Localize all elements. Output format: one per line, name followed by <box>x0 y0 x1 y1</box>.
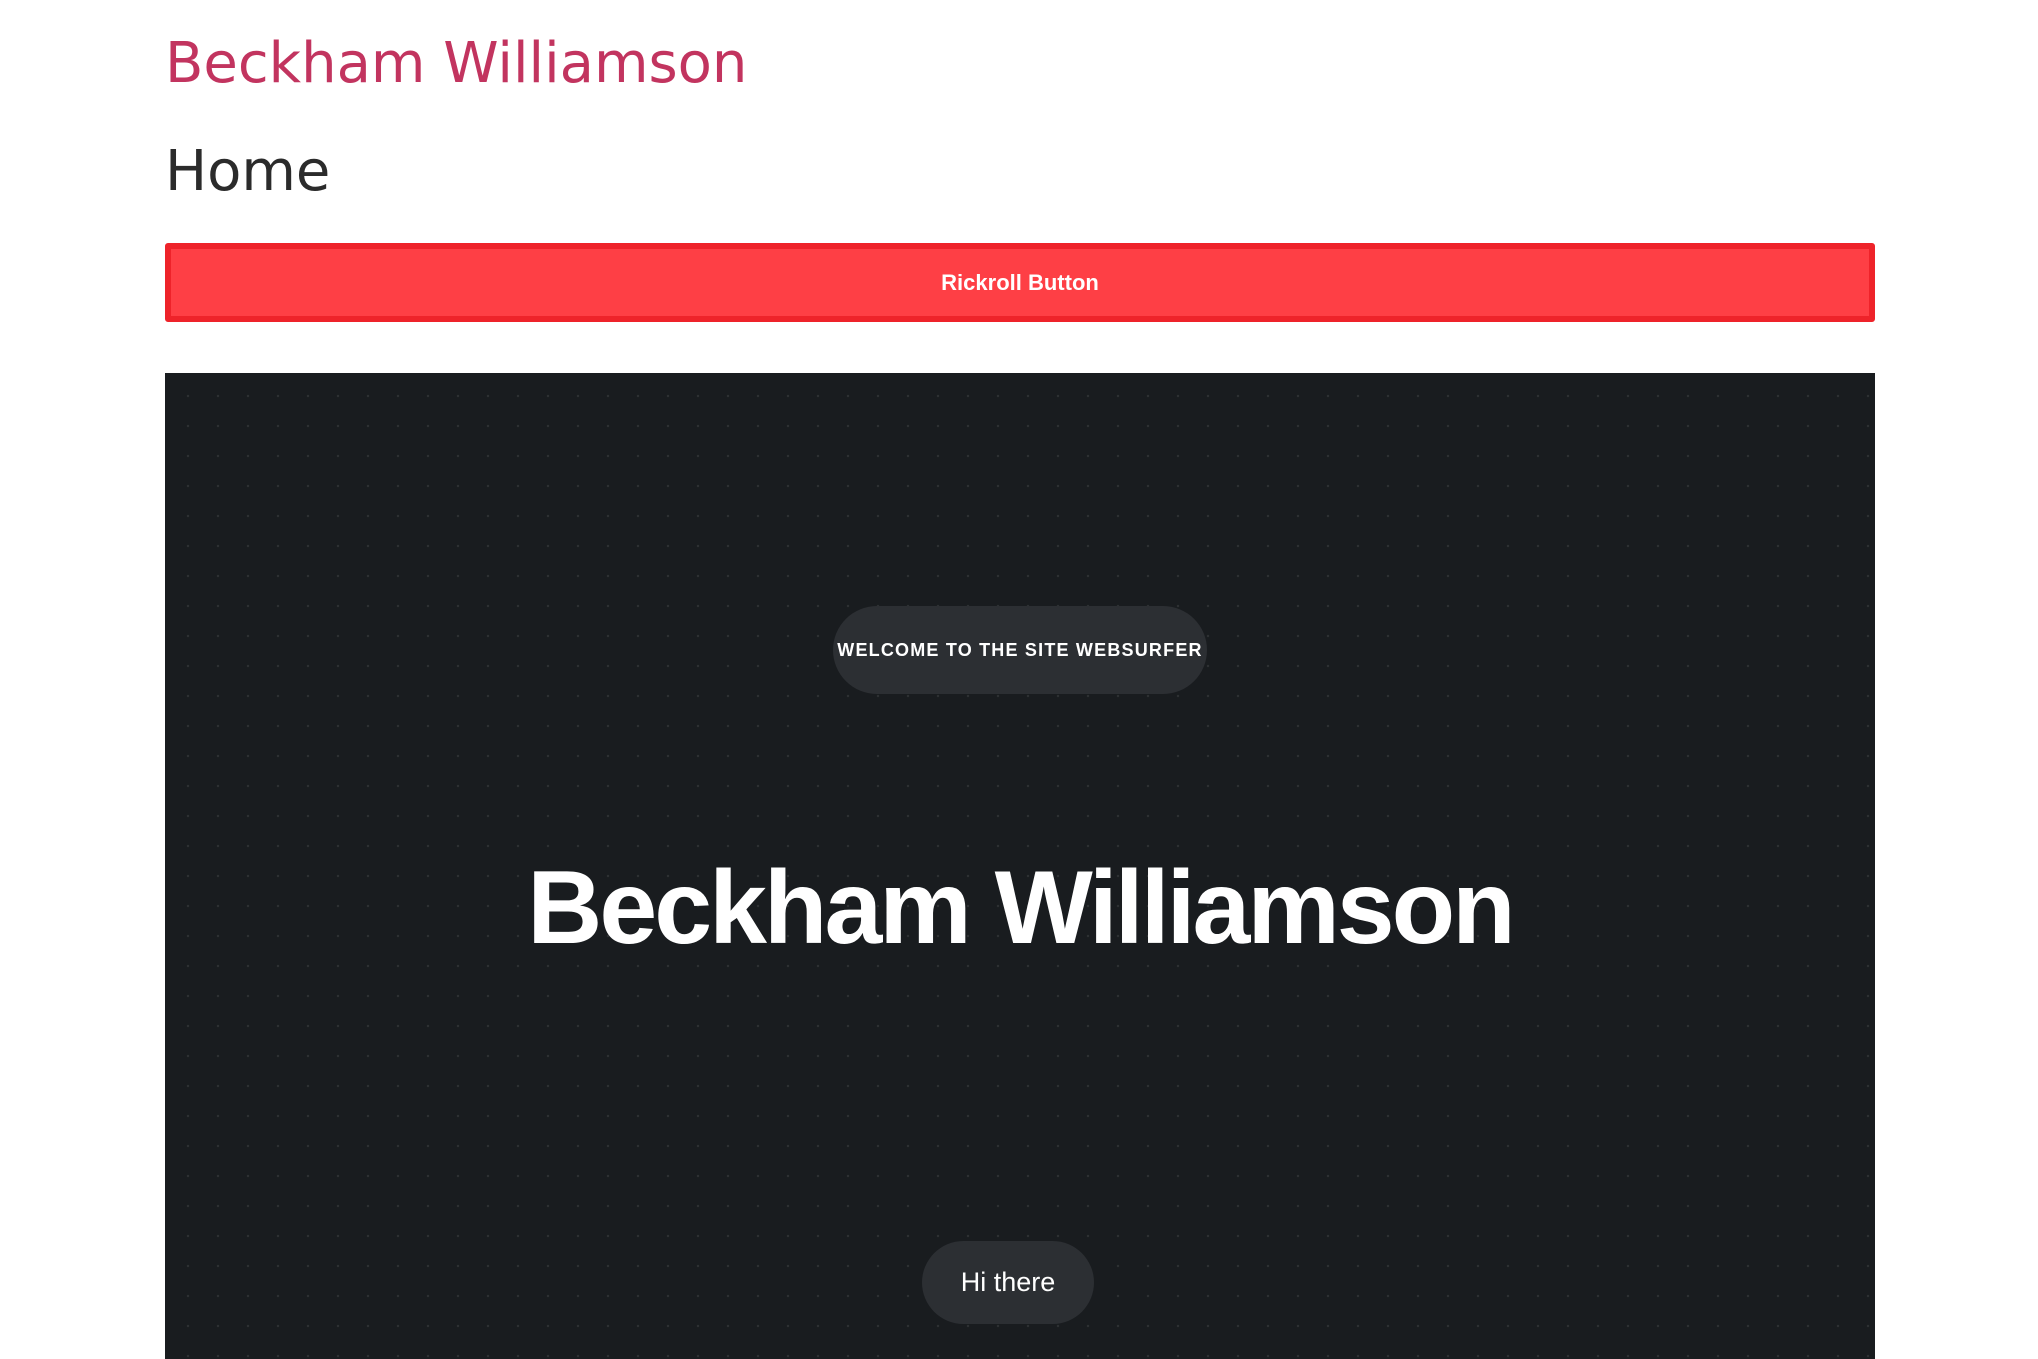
hero-section: WELCOME TO THE SITE WEBSURFER Beckham Wi… <box>165 373 1875 1359</box>
rickroll-button[interactable]: Rickroll Button <box>165 243 1875 322</box>
page: Beckham Williamson Home Rickroll Button … <box>0 0 2038 1359</box>
page-heading: Home <box>165 139 331 204</box>
site-title-link[interactable]: Beckham Williamson <box>165 28 747 100</box>
welcome-badge: WELCOME TO THE SITE WEBSURFER <box>833 606 1207 694</box>
hi-there-button[interactable]: Hi there <box>922 1241 1094 1324</box>
hero-name-heading: Beckham Williamson <box>527 850 1515 966</box>
